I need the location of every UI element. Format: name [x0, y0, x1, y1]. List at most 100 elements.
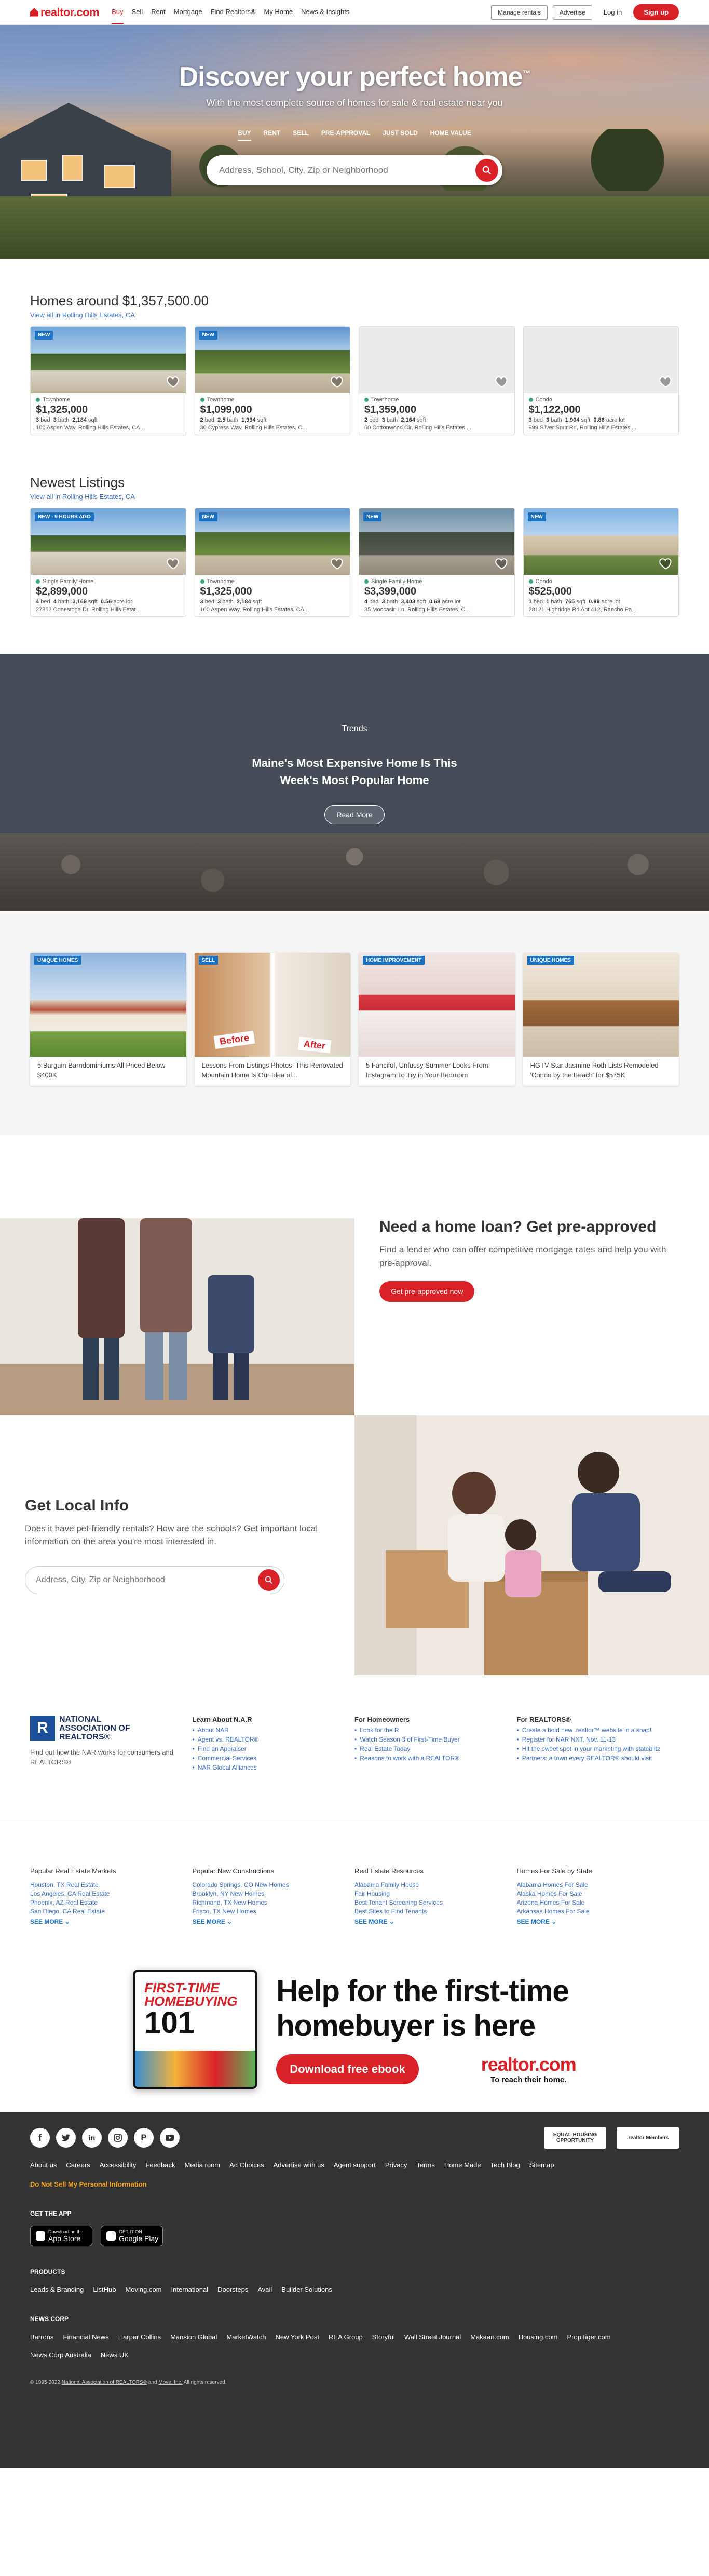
move-copyright-link[interactable]: Move, Inc. — [158, 2380, 182, 2385]
popular-link[interactable]: Best Tenant Screening Services — [354, 1899, 517, 1906]
listing-card[interactable]: NEW - 9 HOURS AGO Single Family Home $2,89… — [30, 508, 186, 617]
popular-link[interactable]: Arizona Homes For Sale — [517, 1899, 679, 1906]
heart-icon[interactable] — [166, 374, 181, 389]
listing-photo[interactable]: NEW - 9 HOURS AGO — [31, 508, 186, 575]
footer-link[interactable]: Media room — [184, 2161, 220, 2169]
popular-link[interactable]: Alabama Family House — [354, 1881, 517, 1889]
nar-logo[interactable]: R NATIONAL ASSOCIATION OF REALTORS® — [30, 1715, 193, 1742]
newscorp-link[interactable]: New York Post — [275, 2333, 319, 2341]
nav-link-find-realtors[interactable]: Find Realtors® — [211, 1, 256, 24]
footer-link[interactable]: Careers — [66, 2161, 90, 2169]
nar-link[interactable]: Look for the R — [354, 1727, 517, 1734]
login-link[interactable]: Log in — [597, 8, 628, 16]
heart-icon[interactable] — [495, 556, 509, 571]
newscorp-link[interactable]: Housing.com — [519, 2333, 558, 2341]
footer-link[interactable]: Agent support — [334, 2161, 376, 2169]
do-not-sell-link[interactable]: Do Not Sell My Personal Information — [30, 2180, 679, 2188]
newscorp-link[interactable]: Wall Street Journal — [404, 2333, 461, 2341]
newscorp-link[interactable]: Makaan.com — [470, 2333, 509, 2341]
popular-link[interactable]: Phoenix, AZ Real Estate — [30, 1899, 193, 1906]
advertise-button[interactable]: Advertise — [552, 5, 592, 20]
footer-link[interactable]: Accessibility — [100, 2161, 137, 2169]
footer-link[interactable]: Privacy — [385, 2161, 407, 2169]
listing-card[interactable]: Townhome $1,359,000 2 bed 3 bath 2,164 sqf… — [359, 326, 515, 435]
popular-link[interactable]: Arkansas Homes For Sale — [517, 1908, 679, 1915]
see-more-link[interactable]: SEE MORE ⌄ — [517, 1918, 679, 1925]
instagram-icon[interactable] — [108, 2128, 128, 2148]
popular-link[interactable]: San Diego, CA Real Estate — [30, 1908, 193, 1915]
listing-address[interactable]: 30 Cypress Way, Rolling Hills Estates, C… — [200, 425, 345, 431]
nar-link[interactable]: Watch Season 3 of First-Time Buyer — [354, 1736, 517, 1743]
popular-link[interactable]: Best Sites to Find Tenants — [354, 1908, 517, 1915]
linkedin-icon[interactable]: in — [82, 2128, 102, 2148]
footer-link[interactable]: Tech Blog — [490, 2161, 520, 2169]
listing-address[interactable]: 35 Moccasin Ln, Rolling Hills Estates, C… — [364, 606, 509, 613]
heart-icon[interactable] — [659, 374, 673, 389]
newscorp-link[interactable]: Barrons — [30, 2333, 54, 2341]
article-card[interactable]: SELL Before After Lessons From Listings … — [194, 953, 350, 1086]
footer-link[interactable]: Ad Choices — [229, 2161, 264, 2169]
nar-link[interactable]: NAR Global Alliances — [193, 1764, 355, 1771]
nar-link[interactable]: Partners: a town every REALTOR® should v… — [517, 1755, 679, 1762]
listing-card[interactable]: Condo $1,122,000 3 bed 3 bath 1,904 sqft 0… — [523, 326, 679, 435]
local-search-button[interactable] — [258, 1569, 280, 1591]
listing-photo[interactable]: NEW — [195, 327, 350, 393]
see-more-link[interactable]: SEE MORE ⌄ — [193, 1918, 355, 1925]
popular-link[interactable]: Houston, TX Real Estate — [30, 1881, 193, 1889]
article-card[interactable]: UNIQUE HOMES 5 Bargain Barndominiums All… — [30, 953, 186, 1086]
nar-copyright-link[interactable]: National Association of REALTORS® — [62, 2380, 147, 2385]
nar-link[interactable]: Create a bold new .realtor™ website in a… — [517, 1727, 679, 1734]
footer-link[interactable]: Terms — [416, 2161, 434, 2169]
newscorp-link[interactable]: News Corp Australia — [30, 2351, 91, 2359]
footer-link[interactable]: Sitemap — [529, 2161, 554, 2169]
nar-link[interactable]: Find an Appraiser — [193, 1745, 355, 1752]
listing-photo[interactable] — [523, 327, 678, 393]
twitter-icon[interactable] — [56, 2128, 76, 2148]
hero-search-input[interactable] — [219, 165, 475, 176]
nav-link-sell[interactable]: Sell — [132, 1, 143, 24]
signup-button[interactable]: Sign up — [633, 4, 679, 20]
article-card[interactable]: UNIQUE HOMES HGTV Star Jasmine Roth List… — [523, 953, 679, 1086]
listing-photo[interactable] — [359, 327, 514, 393]
manage-rentals-button[interactable]: Manage rentals — [491, 5, 548, 20]
realtor-logo[interactable]: realtor.com — [30, 6, 100, 19]
newscorp-link[interactable]: News UK — [101, 2351, 129, 2359]
product-link[interactable]: Moving.com — [125, 2286, 161, 2294]
popular-link[interactable]: Fair Housing — [354, 1890, 517, 1897]
listing-address[interactable]: 100 Aspen Way, Rolling Hills Estates, CA… — [36, 425, 181, 431]
product-link[interactable]: Doorsteps — [217, 2286, 248, 2294]
listing-card[interactable]: NEW Condo $525,000 1 bed 1 bath 765 sqft 0.… — [523, 508, 679, 617]
tab-buy[interactable]: BUY — [238, 129, 251, 141]
heart-icon[interactable] — [659, 556, 673, 571]
heart-icon[interactable] — [166, 556, 181, 571]
popular-link[interactable]: Alabama Homes For Sale — [517, 1881, 679, 1889]
footer-link[interactable]: Home Made — [444, 2161, 481, 2169]
read-more-button[interactable]: Read More — [324, 805, 385, 824]
listing-photo[interactable]: NEW — [195, 508, 350, 575]
nav-link-rent[interactable]: Rent — [151, 1, 165, 24]
nar-link[interactable]: Agent vs. REALTOR® — [193, 1736, 355, 1743]
tab-home-value[interactable]: HOME VALUE — [430, 129, 471, 141]
listing-card[interactable]: NEW Townhome $1,099,000 2 bed 2.5 bath 1,99… — [194, 326, 350, 435]
newest-view-all[interactable]: View all in Rolling Hills Estates, CA — [30, 493, 679, 501]
newscorp-link[interactable]: Financial News — [63, 2333, 109, 2341]
listing-photo[interactable]: NEW — [523, 508, 678, 575]
google-play-button[interactable]: GET IT ON Google Play — [101, 2226, 163, 2246]
tab-pre-approval[interactable]: PRE-APPROVAL — [321, 129, 370, 141]
listing-card[interactable]: NEW Single Family Home $3,399,000 4 bed 3 b… — [359, 508, 515, 617]
listing-card[interactable]: NEW Townhome $1,325,000 3 bed 3 bath 2,184 … — [194, 508, 350, 617]
homes-around-view-all[interactable]: View all in Rolling Hills Estates, CA — [30, 311, 679, 319]
tab-rent[interactable]: RENT — [264, 129, 281, 141]
see-more-link[interactable]: SEE MORE ⌄ — [30, 1918, 193, 1925]
listing-address[interactable]: 999 Silver Spur Rd, Rolling Hills Estate… — [529, 425, 674, 431]
popular-link[interactable]: Brooklyn, NY New Homes — [193, 1890, 355, 1897]
local-search-input[interactable] — [36, 1575, 258, 1585]
newscorp-link[interactable]: MarketWatch — [226, 2333, 266, 2341]
nar-link[interactable]: Real Estate Today — [354, 1745, 517, 1752]
product-link[interactable]: Avail — [257, 2286, 272, 2294]
nar-link[interactable]: Reasons to work with a REALTOR® — [354, 1755, 517, 1762]
popular-link[interactable]: Frisco, TX New Homes — [193, 1908, 355, 1915]
app-store-button[interactable]: Download on the App Store — [30, 2226, 92, 2246]
listing-address[interactable]: 28121 Highridge Rd Apt 412, Rancho Pa... — [529, 606, 674, 613]
listing-address[interactable]: 100 Aspen Way, Rolling Hills Estates, CA… — [200, 606, 345, 613]
